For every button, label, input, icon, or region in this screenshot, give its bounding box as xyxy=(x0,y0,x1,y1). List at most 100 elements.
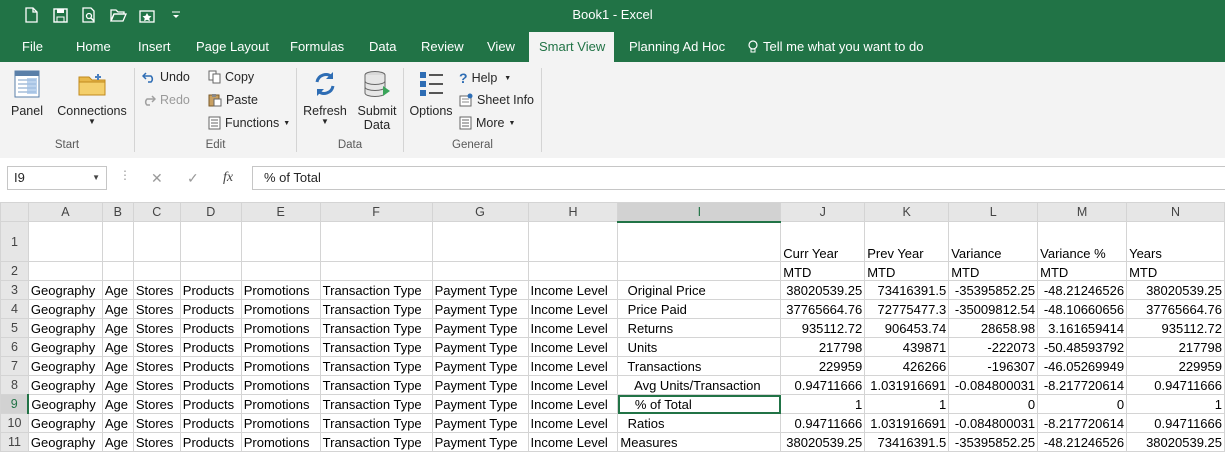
cell-a10[interactable]: Geography xyxy=(27,413,103,433)
cell-e8[interactable]: Promotions xyxy=(240,375,321,395)
cell-c8[interactable]: Stores xyxy=(132,375,181,395)
tab-data[interactable]: Data xyxy=(359,32,406,62)
cell-f1[interactable] xyxy=(319,221,433,262)
cell-j8[interactable]: 0.94711666 xyxy=(780,375,866,395)
cell-a8[interactable]: Geography xyxy=(27,375,103,395)
row-header-9[interactable]: 9 xyxy=(0,394,30,414)
cell-c11[interactable]: Stores xyxy=(132,432,181,452)
tab-review[interactable]: Review xyxy=(411,32,474,62)
undo-button[interactable]: Undo xyxy=(142,70,190,84)
cell-f10[interactable]: Transaction Type xyxy=(319,413,433,433)
cell-g7[interactable]: Payment Type xyxy=(431,356,529,376)
cell-d7[interactable]: Products xyxy=(179,356,242,376)
cell-a6[interactable]: Geography xyxy=(27,337,103,357)
row-header-7[interactable]: 7 xyxy=(0,356,29,376)
cell-j7[interactable]: 229959 xyxy=(780,356,866,376)
tab-smart-view[interactable]: Smart View xyxy=(529,32,614,62)
cell-c2[interactable] xyxy=(132,261,181,281)
cell-g1[interactable] xyxy=(431,221,529,262)
cell-d3[interactable]: Products xyxy=(179,280,242,300)
tab-home[interactable]: Home xyxy=(66,32,121,62)
column-header-f[interactable]: F xyxy=(319,202,433,222)
cell-k6[interactable]: 439871 xyxy=(864,337,950,357)
cell-g9[interactable]: Payment Type xyxy=(431,394,529,414)
cell-e7[interactable]: Promotions xyxy=(240,356,321,376)
row-header-8[interactable]: 8 xyxy=(0,375,29,395)
cell-d1[interactable] xyxy=(179,221,242,262)
cell-f7[interactable]: Transaction Type xyxy=(319,356,433,376)
cell-k1[interactable]: Prev Year xyxy=(864,221,950,262)
cell-d5[interactable]: Products xyxy=(179,318,242,338)
cell-n2[interactable]: MTD xyxy=(1126,261,1225,281)
cell-i6[interactable]: Units xyxy=(617,337,782,357)
cell-c6[interactable]: Stores xyxy=(132,337,181,357)
cell-e1[interactable] xyxy=(240,221,321,262)
cell-j9[interactable]: 1 xyxy=(780,394,866,414)
tab-page-layout[interactable]: Page Layout xyxy=(186,32,279,62)
cell-k7[interactable]: 426266 xyxy=(864,356,950,376)
row-header-2[interactable]: 2 xyxy=(0,261,29,281)
cell-d11[interactable]: Products xyxy=(179,432,242,452)
cell-c1[interactable] xyxy=(132,221,181,262)
submit-data-button[interactable]: Submit Data xyxy=(356,68,398,132)
cell-l5[interactable]: 28658.98 xyxy=(948,318,1039,338)
cell-b5[interactable]: Age xyxy=(101,318,134,338)
cell-f4[interactable]: Transaction Type xyxy=(319,299,433,319)
cell-l3[interactable]: -35395852.25 xyxy=(948,280,1039,300)
cell-h1[interactable] xyxy=(527,221,619,262)
cell-n7[interactable]: 229959 xyxy=(1126,356,1225,376)
cell-k3[interactable]: 73416391.5 xyxy=(864,280,950,300)
cell-l6[interactable]: -222073 xyxy=(948,337,1039,357)
cell-h4[interactable]: Income Level xyxy=(527,299,619,319)
cell-a5[interactable]: Geography xyxy=(27,318,103,338)
cell-h7[interactable]: Income Level xyxy=(527,356,619,376)
enter-icon[interactable]: ✓ xyxy=(187,170,199,187)
cell-e11[interactable]: Promotions xyxy=(240,432,321,452)
cell-h8[interactable]: Income Level xyxy=(527,375,619,395)
cell-h10[interactable]: Income Level xyxy=(527,413,619,433)
cell-j10[interactable]: 0.94711666 xyxy=(780,413,866,433)
panel-button[interactable]: Panel xyxy=(8,68,46,118)
cell-n1[interactable]: Years xyxy=(1126,221,1225,262)
cell-d10[interactable]: Products xyxy=(179,413,242,433)
row-header-1[interactable]: 1 xyxy=(0,221,29,262)
column-header-e[interactable]: E xyxy=(240,202,321,222)
cell-n5[interactable]: 935112.72 xyxy=(1126,318,1225,338)
cell-e2[interactable] xyxy=(240,261,321,281)
cell-n6[interactable]: 217798 xyxy=(1126,337,1225,357)
cell-n4[interactable]: 37765664.76 xyxy=(1126,299,1225,319)
cell-b4[interactable]: Age xyxy=(101,299,134,319)
copy-button[interactable]: Copy xyxy=(208,70,254,84)
cell-f11[interactable]: Transaction Type xyxy=(319,432,433,452)
column-header-k[interactable]: K xyxy=(864,202,950,222)
options-button[interactable]: Options xyxy=(408,68,454,118)
cell-n8[interactable]: 0.94711666 xyxy=(1126,375,1225,395)
column-header-a[interactable]: A xyxy=(27,202,103,222)
cell-j1[interactable]: Curr Year xyxy=(780,221,866,262)
cell-f6[interactable]: Transaction Type xyxy=(319,337,433,357)
cell-l7[interactable]: -196307 xyxy=(948,356,1039,376)
column-header-l[interactable]: L xyxy=(948,202,1039,222)
cell-d2[interactable] xyxy=(179,261,242,281)
cell-f3[interactable]: Transaction Type xyxy=(319,280,433,300)
tab-insert[interactable]: Insert xyxy=(128,32,181,62)
cell-m10[interactable]: -8.217720614 xyxy=(1037,413,1128,433)
cell-m2[interactable]: MTD xyxy=(1037,261,1128,281)
cell-l9[interactable]: 0 xyxy=(948,394,1039,414)
cell-i2[interactable] xyxy=(617,261,782,281)
cell-n9[interactable]: 1 xyxy=(1126,394,1225,414)
cell-e3[interactable]: Promotions xyxy=(240,280,321,300)
refresh-button[interactable]: Refresh ▼ xyxy=(303,68,347,126)
cell-l2[interactable]: MTD xyxy=(948,261,1039,281)
cell-a2[interactable] xyxy=(27,261,103,281)
help-button[interactable]: ? Help ▼ xyxy=(459,70,511,86)
cell-k5[interactable]: 906453.74 xyxy=(864,318,950,338)
cell-m6[interactable]: -50.48593792 xyxy=(1037,337,1128,357)
cell-k4[interactable]: 72775477.3 xyxy=(864,299,950,319)
cell-k10[interactable]: 1.031916691 xyxy=(864,413,950,433)
redo-button[interactable]: Redo xyxy=(142,93,190,107)
row-header-6[interactable]: 6 xyxy=(0,337,29,357)
tab-formulas[interactable]: Formulas xyxy=(280,32,354,62)
cell-m3[interactable]: -48.21246526 xyxy=(1037,280,1128,300)
cell-e10[interactable]: Promotions xyxy=(240,413,321,433)
